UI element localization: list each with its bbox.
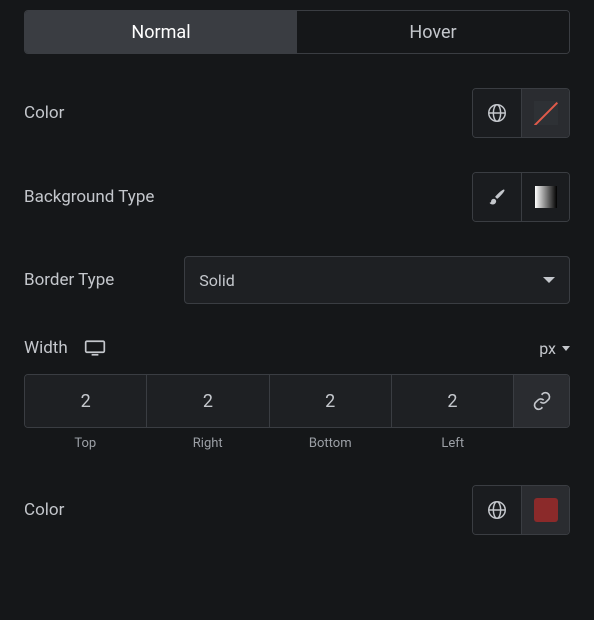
border-type-select[interactable]: Solid	[184, 256, 570, 304]
link-icon	[532, 391, 552, 411]
chevron-down-icon	[543, 277, 555, 283]
border-color-row: Color	[24, 485, 570, 535]
width-left-input[interactable]: 2	[391, 375, 513, 427]
responsive-button[interactable]	[84, 339, 106, 357]
color-swatch	[534, 498, 558, 522]
color-swatch-button[interactable]	[521, 89, 569, 137]
background-classic-button[interactable]	[473, 173, 521, 221]
border-type-value: Solid	[199, 271, 234, 290]
width-unit-value: px	[539, 339, 556, 358]
border-color-swatch-button[interactable]	[521, 486, 569, 534]
width-link-button[interactable]	[513, 375, 569, 427]
border-color-controls	[472, 485, 570, 535]
state-tabs[interactable]: Normal Hover	[24, 10, 570, 54]
background-type-controls	[472, 172, 570, 222]
globe-icon	[486, 102, 508, 124]
width-unit-toggle[interactable]: px	[539, 339, 570, 358]
tab-normal[interactable]: Normal	[25, 11, 297, 53]
background-type-label: Background Type	[24, 187, 154, 207]
width-left-label: Left	[392, 436, 515, 451]
gradient-icon	[535, 186, 557, 208]
globe-icon	[486, 499, 508, 521]
color-controls	[472, 88, 570, 138]
width-bottom-input[interactable]: 2	[269, 375, 391, 427]
width-right-input[interactable]: 2	[146, 375, 268, 427]
background-gradient-button[interactable]	[521, 173, 569, 221]
no-color-swatch	[534, 101, 558, 125]
width-bottom-label: Bottom	[269, 436, 392, 451]
border-type-label: Border Type	[24, 270, 114, 290]
tab-hover[interactable]: Hover	[297, 11, 569, 53]
color-global-button[interactable]	[473, 89, 521, 137]
border-color-label: Color	[24, 500, 64, 520]
width-top-label: Top	[24, 436, 147, 451]
border-type-row: Border Type Solid	[24, 256, 570, 304]
desktop-icon	[84, 339, 106, 357]
width-labels: Top Right Bottom Left	[24, 436, 570, 451]
width-top-input[interactable]: 2	[25, 375, 146, 427]
width-right-label: Right	[147, 436, 270, 451]
chevron-down-icon	[562, 346, 570, 351]
width-header: Width px	[24, 338, 570, 358]
width-inputs: 2 2 2 2	[24, 374, 570, 428]
brush-icon	[487, 187, 507, 207]
color-label: Color	[24, 103, 64, 123]
background-type-row: Background Type	[24, 172, 570, 222]
border-color-global-button[interactable]	[473, 486, 521, 534]
color-row: Color	[24, 88, 570, 138]
width-label: Width	[24, 338, 68, 358]
